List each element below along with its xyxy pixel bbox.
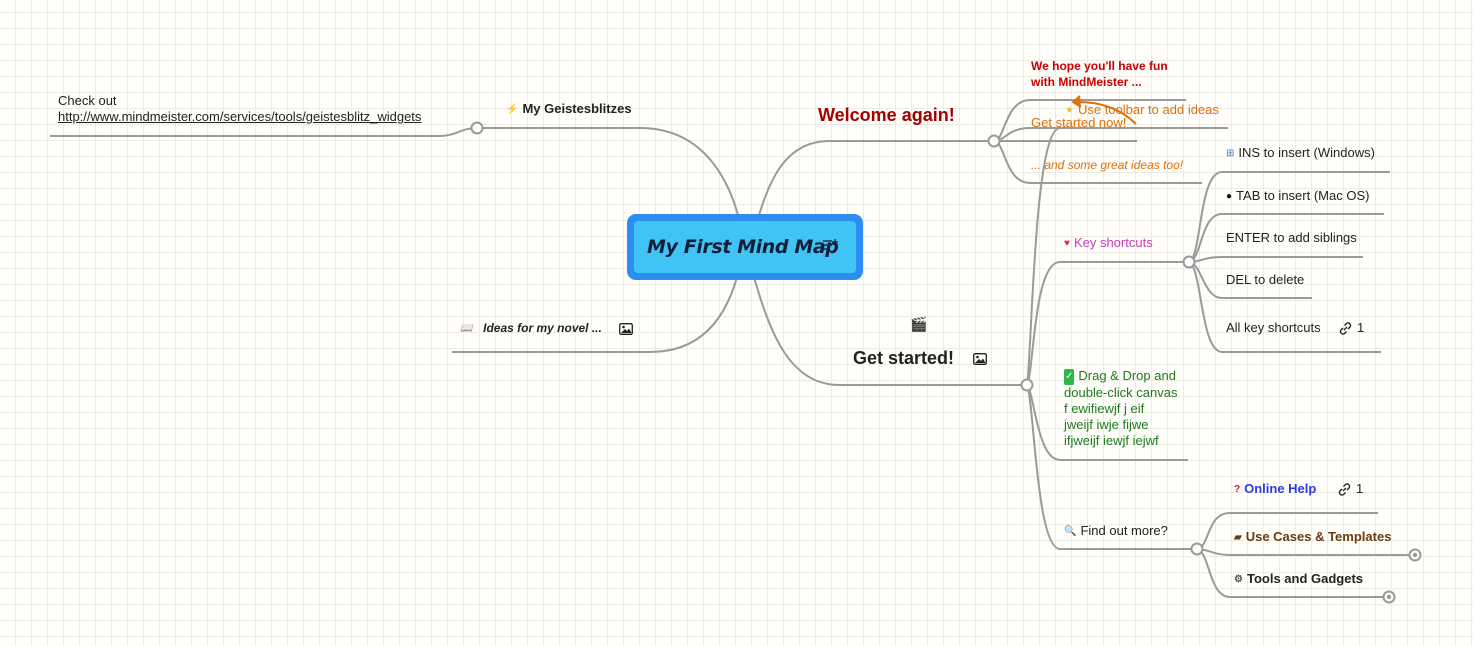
topic-great-ideas[interactable]: ... and some great ideas too! [1031,157,1183,173]
topic-geistesblitzes-label: My Geistesblitzes [522,101,632,116]
collapse-knob-geistesblitzes[interactable] [470,121,484,135]
image-icon[interactable] [619,322,633,340]
central-topic-title: My First Mind Map [647,236,839,258]
gear-icon: ⚙ [1234,574,1243,585]
connector-key-shortcuts [1025,261,1188,386]
topic-welcome-label: Welcome again! [818,105,955,125]
connector-ks-1 [1187,171,1390,263]
topic-enter-siblings[interactable]: ENTER to add siblings [1226,230,1357,246]
topic-find-out-label: Find out more? [1080,523,1168,538]
drag-drop-line-5: ifjweijf iewjf iejwf [1064,433,1159,448]
topic-novel-label: Ideas for my novel ... [483,321,602,335]
link-count: 1 [1357,320,1365,335]
topic-get-started[interactable]: Get started! [853,347,954,369]
topic-check-out[interactable]: Check out http://www.mindmeister.com/ser… [58,93,421,125]
topic-geistesblitzes[interactable]: ⚡ My Geistesblitzes [506,101,632,118]
windows-icon: ⊞ [1226,148,1235,159]
collapse-knob-welcome[interactable] [987,134,1001,148]
drag-drop-line-2: double-click canvas [1064,385,1178,400]
topic-ins-insert[interactable]: ⊞ INS to insert (Windows) [1226,145,1375,162]
topic-get-started-label: Get started! [853,348,955,368]
connectors [50,99,1414,598]
magnifier-icon: 🔍 [1064,526,1077,537]
topic-tab-insert-label: TAB to insert (Mac OS) [1236,188,1370,203]
topic-ins-insert-label: INS to insert (Windows) [1238,145,1375,160]
collapse-knob-find-out[interactable] [1190,542,1204,556]
image-icon[interactable] [973,352,987,370]
drag-drop-line-3: f ewifiewjf j eif [1064,401,1145,416]
topic-get-started-now[interactable]: Get started now! [1031,115,1126,131]
apple-icon: ● [1226,191,1233,202]
topic-fun-line1: We hope you'll have fun [1031,59,1168,73]
topic-fun[interactable]: We hope you'll have fun with MindMeister… [1031,58,1168,90]
topic-tab-insert[interactable]: ● TAB to insert (Mac OS) [1226,188,1369,205]
connector-ks-3 [1187,256,1363,263]
briefcase-icon: ▰ [1234,532,1242,543]
book-icon: 📖 [460,323,473,334]
topic-drag-drop[interactable]: ✓ Drag & Drop and double-click canvas f e… [1064,368,1194,449]
topic-use-cases-label: Use Cases & Templates [1245,529,1392,544]
topic-tools-gadgets-label: Tools and Gadgets [1246,571,1364,586]
topic-key-shortcuts-label: Key shortcuts [1073,235,1153,250]
topic-del-delete[interactable]: DEL to delete [1226,272,1304,288]
topic-all-shortcuts[interactable]: All key shortcuts [1226,320,1321,336]
topic-tools-gadgets[interactable]: ⚙ Tools and Gadgets [1234,571,1363,588]
topic-online-help-label: Online Help [1244,481,1317,496]
drag-drop-line-4: jweijf iwje fijwe [1064,417,1149,432]
checkmark-icon: ✓ [1064,369,1075,385]
topic-key-shortcuts[interactable]: ♥ Key shortcuts [1064,235,1153,252]
collapse-knob-get-started[interactable] [1020,378,1034,392]
central-topic[interactable]: My First Mind Map [627,214,863,280]
check-out-text: Check out [58,93,117,108]
link-icon[interactable] [1338,321,1353,341]
topic-fun-line2: with MindMeister ... [1031,75,1142,89]
collapse-knob-key-shortcuts[interactable] [1182,255,1196,269]
heart-icon: ♥ [1064,238,1070,249]
link-icon[interactable] [1337,482,1352,502]
drag-drop-line-1-text: Drag & Drop and [1078,368,1176,383]
topic-find-out[interactable]: 🔍 Find out more? [1064,523,1168,540]
notes-icon[interactable] [822,238,838,257]
topic-online-help[interactable]: ? Online Help [1234,481,1316,498]
clapperboard-icon: 🎬 [910,316,928,332]
topic-novel[interactable]: 📖 Ideas for my novel ... [460,320,602,337]
check-out-link[interactable]: http://www.mindmeister.com/services/tool… [58,109,421,125]
question-icon: ? [1234,484,1241,495]
link-count: 1 [1356,481,1364,496]
topic-welcome[interactable]: Welcome again! [818,104,955,126]
connector-check-out [50,127,477,137]
topic-use-cases[interactable]: ▰ Use Cases & Templates [1234,529,1391,546]
drag-drop-line-1: ✓ Drag & Drop and [1064,368,1194,385]
connector-fo-2 [1195,548,1414,556]
lightning-icon: ⚡ [506,104,519,115]
